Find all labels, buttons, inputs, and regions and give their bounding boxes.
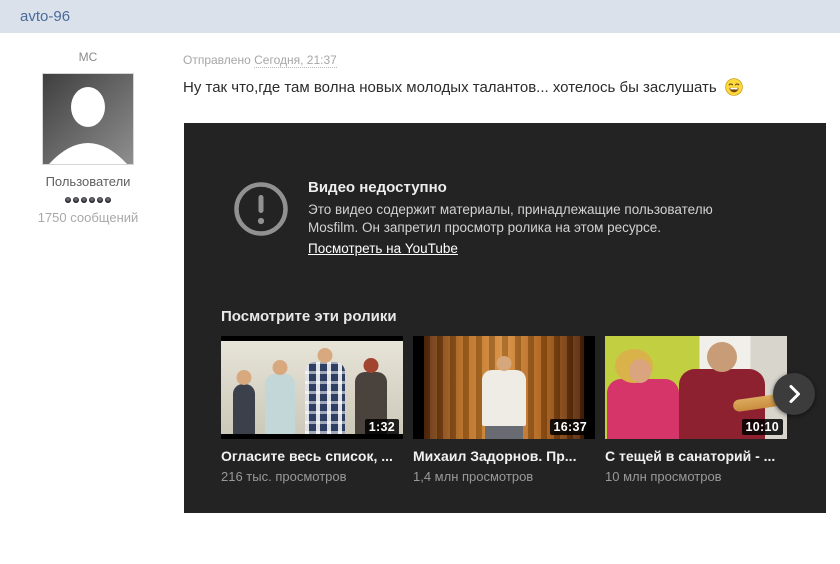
- error-message-block: Видео недоступно Это видео содержит мате…: [308, 179, 788, 258]
- watch-on-youtube-link[interactable]: Посмотреть на YouTube: [308, 241, 458, 256]
- post-header-bar: avto-96: [0, 0, 840, 33]
- youtube-embed-player: Видео недоступно Это видео содержит мате…: [184, 123, 826, 513]
- video-thumbnail[interactable]: 1:32: [221, 336, 403, 439]
- suggested-videos-row: 1:32 Огласите весь список, ... 216 тыс. …: [221, 336, 787, 484]
- duration-badge: 10:10: [741, 419, 783, 435]
- video-card[interactable]: 10:10 С тещей в санаторий - ... 10 млн п…: [605, 336, 787, 484]
- chevron-right-icon: [789, 385, 800, 403]
- sent-label: Отправлено: [183, 53, 251, 67]
- reputation-pips: [20, 195, 156, 203]
- post-count: 1750 сообщений: [37, 210, 139, 225]
- suggestions-title: Посмотрите эти ролики: [221, 308, 397, 325]
- laughing-smiley-icon: [725, 78, 743, 103]
- video-views: 1,4 млн просмотров: [413, 469, 534, 484]
- user-group-label: Пользователи: [45, 174, 131, 189]
- duration-badge: 1:32: [364, 419, 399, 435]
- thumbnail-figure: [482, 370, 526, 426]
- user-avatar[interactable]: [42, 73, 134, 165]
- duration-badge: 16:37: [549, 419, 591, 435]
- video-title: Михаил Задорнов. Пр...: [413, 448, 577, 464]
- error-title: Видео недоступно: [308, 179, 447, 196]
- video-thumbnail[interactable]: 16:37: [413, 336, 595, 439]
- post-timestamp[interactable]: Сегодня, 21:37: [254, 53, 337, 68]
- video-views: 216 тыс. просмотров: [221, 469, 347, 484]
- member-title: МС: [78, 50, 98, 64]
- video-card[interactable]: 1:32 Огласите весь список, ... 216 тыс. …: [221, 336, 403, 484]
- reputation-pip: [97, 197, 103, 203]
- thumbnail-figure: [233, 384, 255, 434]
- post-message: Ну так что,где там волна новых молодых т…: [183, 77, 743, 103]
- person-silhouette-icon: [43, 74, 133, 164]
- post-message-text: Ну так что,где там волна новых молодых т…: [183, 79, 717, 96]
- video-views: 10 млн просмотров: [605, 469, 722, 484]
- user-info-panel: МС Пользователи 1750 сообщений: [20, 50, 156, 225]
- error-description-line: Это видео содержит материалы, принадлежа…: [308, 202, 713, 217]
- thumbnail-figure: [265, 374, 295, 434]
- thumbnail-figure: [607, 349, 679, 439]
- video-title: С тещей в санаторий - ...: [605, 448, 776, 464]
- thumbnail-figure: [305, 362, 345, 434]
- reputation-pip: [73, 197, 79, 203]
- video-title: Огласите весь список, ...: [221, 448, 393, 464]
- next-videos-button[interactable]: [773, 373, 815, 415]
- reputation-pip: [65, 197, 71, 203]
- reputation-pip: [89, 197, 95, 203]
- video-card[interactable]: 16:37 Михаил Задорнов. Пр... 1,4 млн про…: [413, 336, 595, 484]
- post-meta: Отправлено Сегодня, 21:37: [183, 53, 337, 68]
- reputation-pip: [81, 197, 87, 203]
- reputation-pip: [105, 197, 111, 203]
- thumbnail-figure: [485, 425, 523, 439]
- author-username-link[interactable]: avto-96: [20, 8, 70, 25]
- exclamation-circle-icon: [232, 180, 290, 238]
- error-description-line: Mosfilm. Он запретил просмотр ролика на …: [308, 219, 662, 235]
- video-thumbnail[interactable]: 10:10: [605, 336, 787, 439]
